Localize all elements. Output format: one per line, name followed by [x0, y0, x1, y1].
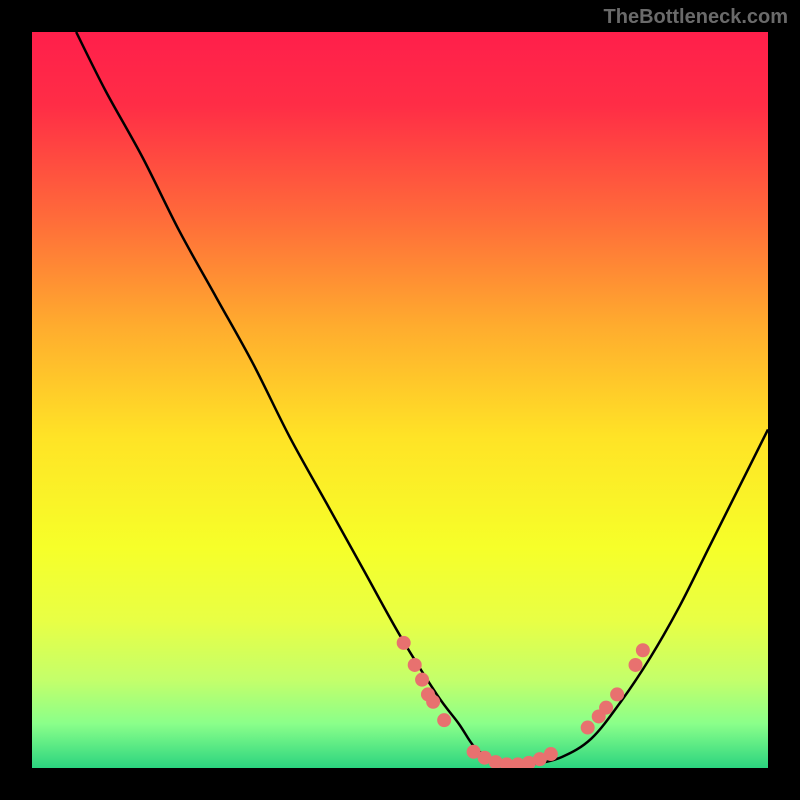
highlight-dot	[437, 713, 451, 727]
bottleneck-curve	[76, 32, 768, 765]
highlight-dots	[397, 636, 650, 768]
highlight-dot	[415, 673, 429, 687]
highlight-dot	[636, 643, 650, 657]
highlight-dot	[426, 695, 440, 709]
highlight-dot	[544, 747, 558, 761]
chart-svg	[32, 32, 768, 768]
highlight-dot	[408, 658, 422, 672]
highlight-dot	[610, 687, 624, 701]
plot-area	[32, 32, 768, 768]
highlight-dot	[599, 701, 613, 715]
highlight-dot	[629, 658, 643, 672]
watermark-text: TheBottleneck.com	[604, 6, 788, 29]
highlight-dot	[397, 636, 411, 650]
chart-container: TheBottleneck.com	[0, 0, 800, 800]
highlight-dot	[581, 721, 595, 735]
